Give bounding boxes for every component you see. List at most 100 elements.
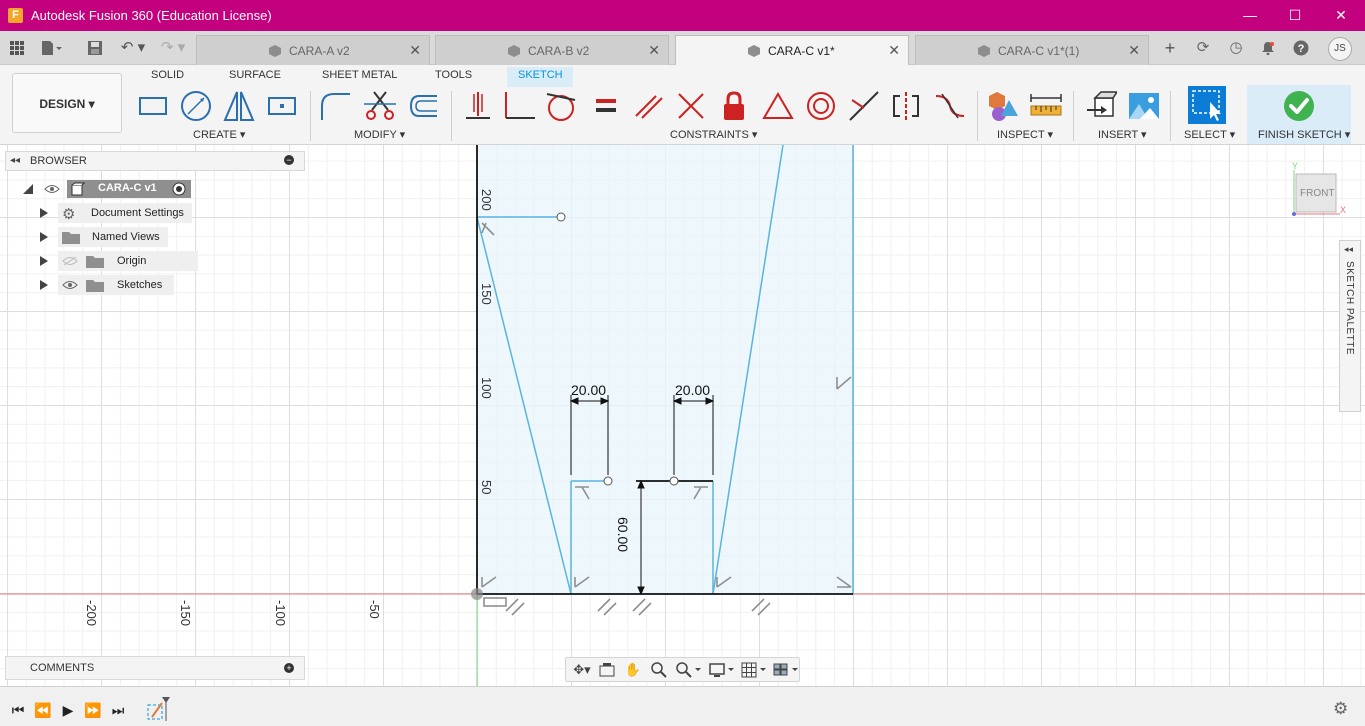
inspect-group-label[interactable]: INSPECT ▾ bbox=[997, 128, 1053, 141]
tab-cara-b[interactable]: CARA-B v2 ✕ bbox=[435, 35, 669, 65]
minimize-button[interactable]: — bbox=[1238, 4, 1262, 26]
tab-surface[interactable]: SURFACE bbox=[221, 67, 289, 87]
comments-panel-header[interactable]: COMMENTS + bbox=[5, 656, 305, 680]
tab-cara-c-copy[interactable]: CARA-C v1*(1) ✕ bbox=[915, 35, 1149, 65]
insert-derive-icon[interactable] bbox=[1085, 90, 1119, 122]
lock-icon[interactable] bbox=[718, 90, 750, 122]
equal-icon[interactable] bbox=[590, 90, 622, 122]
help-icon[interactable]: ? bbox=[1290, 37, 1312, 59]
mirror-triangle-icon[interactable] bbox=[223, 90, 255, 122]
tab-close-button[interactable]: ✕ bbox=[1128, 42, 1140, 59]
tab-sheet-metal[interactable]: SHEET METAL bbox=[314, 67, 405, 87]
point-rectangle-icon[interactable] bbox=[266, 90, 298, 122]
browser-root-row[interactable]: CARA-C v1 bbox=[22, 180, 192, 198]
item-label: Document Settings bbox=[91, 207, 184, 219]
job-status-clock-icon[interactable]: ◷ bbox=[1225, 37, 1247, 59]
file-menu-icon[interactable] bbox=[40, 37, 62, 59]
fillet-icon[interactable] bbox=[320, 90, 352, 122]
close-window-button[interactable]: ✕ bbox=[1329, 4, 1353, 26]
viewcube[interactable]: Y X FRONT bbox=[1288, 160, 1348, 220]
fix-unfix-icon[interactable] bbox=[462, 90, 494, 122]
expand-triangle-icon[interactable] bbox=[40, 256, 48, 266]
step-back-icon[interactable]: ⏪ bbox=[33, 702, 53, 719]
dimension-left-width[interactable]: 20.00 bbox=[571, 382, 606, 398]
display-settings-icon[interactable] bbox=[708, 660, 736, 680]
data-panel-grid-icon[interactable] bbox=[6, 37, 28, 59]
sync-icon[interactable]: ⟳ bbox=[1192, 37, 1214, 59]
zoom-window-icon[interactable] bbox=[675, 660, 703, 680]
axis-tick-neg150: -150 bbox=[178, 600, 193, 627]
orbit-icon[interactable]: ✥▾ bbox=[568, 660, 596, 680]
maximize-button[interactable]: ☐ bbox=[1283, 4, 1307, 26]
viewcube-front-face[interactable]: FRONT bbox=[1300, 188, 1334, 199]
tab-close-button[interactable]: ✕ bbox=[888, 42, 900, 59]
zoom-icon[interactable] bbox=[649, 660, 669, 680]
dimension-height[interactable]: 60.00 bbox=[615, 517, 631, 561]
expand-triangle-icon[interactable] bbox=[40, 232, 48, 242]
browser-panel-header[interactable]: ◂◂ BROWSER − bbox=[5, 151, 305, 171]
offset-icon[interactable] bbox=[407, 90, 439, 122]
constraints-group-label[interactable]: CONSTRAINTS ▾ bbox=[670, 128, 757, 141]
timeline-settings-gear-icon[interactable]: ⚙ bbox=[1333, 699, 1348, 719]
add-comment-icon[interactable]: + bbox=[284, 663, 294, 673]
play-icon[interactable]: ▶ bbox=[58, 702, 78, 719]
select-window-icon[interactable] bbox=[1188, 86, 1226, 124]
sketch-palette-tab[interactable]: ◂◂ SKETCH PALETTE bbox=[1339, 240, 1361, 412]
perpendicular-icon[interactable] bbox=[675, 90, 707, 122]
expand-triangle-icon[interactable] bbox=[40, 280, 48, 290]
pan-hand-icon[interactable]: ✋ bbox=[623, 660, 643, 680]
coincident-icon[interactable] bbox=[503, 90, 535, 122]
select-group-label[interactable]: SELECT ▾ bbox=[1184, 128, 1235, 141]
workspace-switcher[interactable]: DESIGN ▾ bbox=[12, 73, 122, 133]
tab-cara-c-active[interactable]: CARA-C v1* ✕ bbox=[675, 35, 909, 65]
grid-settings-icon[interactable] bbox=[740, 660, 768, 680]
sketch-timeline-feature-icon[interactable] bbox=[146, 697, 170, 724]
sketch-canvas[interactable]: 20.00 20.00 60.00 200 150 100 50 -200 -1… bbox=[0, 145, 1365, 686]
tab-sketch[interactable]: SKETCH bbox=[507, 67, 573, 87]
axis-tick-200: 200 bbox=[479, 189, 494, 211]
collapse-panel-icon[interactable]: ◂◂ bbox=[10, 155, 20, 166]
separator bbox=[451, 91, 452, 141]
curvature-icon[interactable] bbox=[934, 90, 966, 122]
dimension-right-width[interactable]: 20.00 bbox=[675, 382, 710, 398]
symmetry-icon[interactable] bbox=[890, 90, 922, 122]
look-at-icon[interactable] bbox=[597, 660, 617, 680]
triangle-horizontal-icon[interactable] bbox=[762, 90, 794, 122]
create-group-label[interactable]: CREATE ▾ bbox=[193, 128, 245, 141]
new-tab-plus-icon[interactable]: + bbox=[1159, 37, 1181, 59]
title-bar: F Autodesk Fusion 360 (Education License… bbox=[0, 0, 1365, 31]
midpoint-icon[interactable] bbox=[848, 90, 880, 122]
browser-minimize-icon[interactable]: − bbox=[284, 155, 294, 165]
measure-ruler-icon[interactable] bbox=[1030, 90, 1062, 122]
tab-close-button[interactable]: ✕ bbox=[648, 42, 660, 59]
modify-group-label[interactable]: MODIFY ▾ bbox=[354, 128, 405, 141]
circle-icon[interactable] bbox=[180, 90, 212, 122]
tab-tools[interactable]: TOOLS bbox=[427, 67, 480, 87]
step-forward-icon[interactable]: ⏩ bbox=[83, 702, 103, 719]
finish-sketch-button[interactable]: FINISH SKETCH ▾ bbox=[1247, 85, 1351, 144]
tab-close-button[interactable]: ✕ bbox=[409, 42, 421, 59]
tab-solid[interactable]: SOLID bbox=[143, 67, 192, 87]
go-to-start-icon[interactable]: ⏮ bbox=[8, 702, 28, 719]
trim-scissors-icon[interactable] bbox=[364, 90, 396, 122]
rectangle-icon[interactable] bbox=[137, 90, 169, 122]
viewports-icon[interactable] bbox=[772, 660, 800, 680]
insert-group-label[interactable]: INSERT ▾ bbox=[1098, 128, 1147, 141]
concentric-icon[interactable] bbox=[805, 90, 837, 122]
sketch-geometry[interactable] bbox=[0, 145, 1365, 686]
component-icon bbox=[71, 182, 85, 196]
redo-icon[interactable]: ↷ ▾ bbox=[158, 37, 188, 59]
user-avatar[interactable]: JS bbox=[1328, 37, 1352, 61]
design-cube-icon bbox=[508, 45, 520, 57]
expand-triangle-icon[interactable] bbox=[40, 208, 48, 218]
inspect-shapes-icon[interactable] bbox=[987, 90, 1019, 122]
tangent-icon[interactable] bbox=[545, 90, 577, 122]
undo-icon[interactable]: ↶ ▾ bbox=[118, 37, 148, 59]
insert-canvas-image-icon[interactable] bbox=[1128, 90, 1160, 122]
save-icon[interactable] bbox=[84, 37, 106, 59]
notifications-bell-icon[interactable] bbox=[1257, 37, 1279, 59]
expand-palette-icon[interactable]: ◂◂ bbox=[1344, 244, 1353, 255]
parallel-icon[interactable] bbox=[632, 90, 664, 122]
tab-cara-a[interactable]: CARA-A v2 ✕ bbox=[196, 35, 430, 65]
go-to-end-icon[interactable]: ⏭ bbox=[108, 702, 128, 719]
